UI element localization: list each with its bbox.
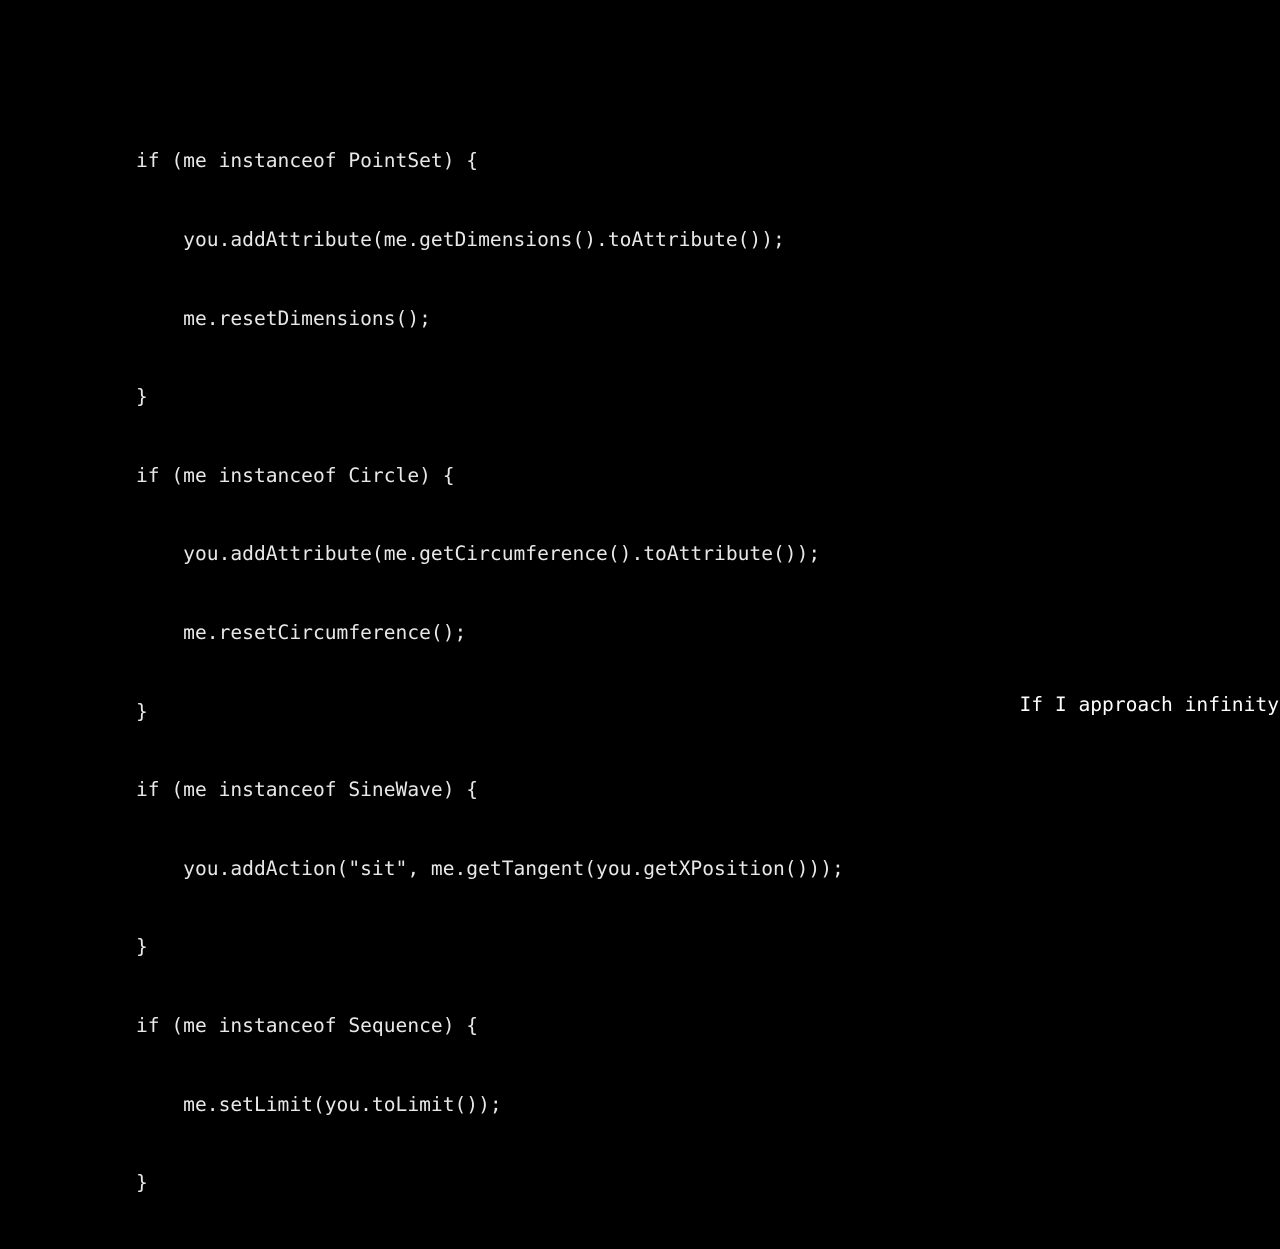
code-line: you.addAction("sit", me.getTangent(you.g… <box>136 856 844 880</box>
code-line: me.setLimit(you.toLimit()); <box>136 1092 502 1116</box>
code-line: me.resetCircumference(); <box>136 620 467 644</box>
code-line: } <box>136 385 148 409</box>
code-line: if (me instanceof SineWave) { <box>136 778 479 802</box>
code-line: you.addAttribute(me.getDimensions().toAt… <box>136 228 785 251</box>
screen-canvas: if (me instanceof PointSet) { you.addAtt… <box>0 0 1280 1194</box>
code-line: } <box>136 1171 148 1195</box>
code-line: me.resetDimensions(); <box>136 306 431 330</box>
code-line: if (me instanceof Sequence) { <box>136 1013 479 1037</box>
code-block: if (me instanceof PointSet) { you.addAtt… <box>136 96 1236 1249</box>
code-line: you.addAttribute(me.getCircumference().t… <box>136 542 821 566</box>
code-line: } <box>136 935 148 959</box>
code-line: if (me instanceof Circle) { <box>136 463 455 487</box>
code-line: } <box>136 699 148 723</box>
code-line: if (me instanceof PointSet) { <box>136 149 479 173</box>
